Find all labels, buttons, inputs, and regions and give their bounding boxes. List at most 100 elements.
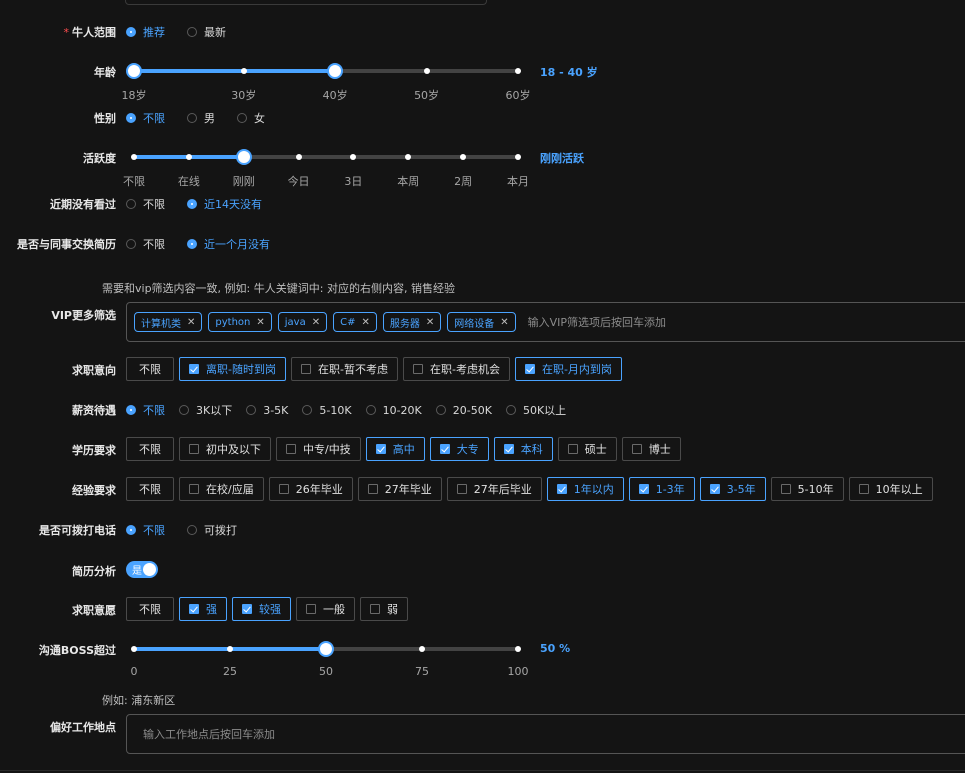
experience-option[interactable]: 10年以上 <box>848 477 933 501</box>
activity-slider-dot <box>131 154 137 160</box>
education-option[interactable]: 不限 <box>126 437 174 461</box>
checkbox-icon <box>567 444 578 454</box>
option-label: 26年毕业 <box>295 483 343 496</box>
close-icon[interactable]: ✕ <box>187 317 195 328</box>
age-slider-dot <box>240 68 247 74</box>
colleague-exchange-option[interactable]: 近一个月没有 <box>187 236 270 252</box>
age-slider-handle[interactable] <box>327 63 344 79</box>
radio-label: 20-50K <box>452 403 492 417</box>
checkbox-checked-icon <box>189 364 199 374</box>
range-option[interactable]: 最新 <box>187 24 226 40</box>
vip-tag-label: java <box>284 316 306 328</box>
experience-option[interactable]: 27年毕业 <box>357 477 442 501</box>
top-input-box[interactable] <box>125 0 487 5</box>
location-input[interactable] <box>141 726 745 742</box>
boss-comm-slider[interactable]: 0 25 50 75 100 <box>131 641 529 678</box>
gender-option[interactable]: 女 <box>237 110 265 126</box>
option-label: 在职-考虑机会 <box>429 363 500 376</box>
close-icon[interactable]: ✕ <box>312 317 320 328</box>
education-option[interactable]: 中专/中技 <box>276 437 361 461</box>
education-option[interactable]: 大专 <box>429 437 489 461</box>
job-intent-option[interactable]: 在职-月内到岗 <box>514 357 622 381</box>
experience-option[interactable]: 26年毕业 <box>268 477 353 501</box>
gender-option[interactable]: 不限 <box>126 110 165 126</box>
experience-option[interactable]: 在校/应届 <box>179 477 264 501</box>
gender-option[interactable]: 男 <box>187 110 215 126</box>
experience-option[interactable]: 3-5年 <box>699 477 766 501</box>
experience-label: 经验要求 <box>72 484 116 497</box>
salary-option[interactable]: 3K以下 <box>179 402 232 418</box>
age-slider-tick-label: 60岁 <box>505 89 531 102</box>
radio-icon <box>505 405 516 415</box>
education-option[interactable]: 高中 <box>365 437 425 461</box>
checkbox-icon <box>189 444 199 454</box>
age-slider-handle[interactable] <box>126 63 142 79</box>
education-option[interactable]: 博士 <box>621 437 681 461</box>
option-label: 在职-月内到岗 <box>541 363 612 376</box>
resume-analysis-switch[interactable]: 是 <box>126 561 158 578</box>
range-radio-group: 推荐 最新 <box>126 24 248 40</box>
job-willingness-option[interactable]: 一般 <box>296 597 355 621</box>
close-icon[interactable]: ✕ <box>361 317 369 328</box>
salary-option[interactable]: 20-50K <box>435 403 492 417</box>
job-intent-option[interactable]: 在职-暂不考虑 <box>290 357 398 381</box>
option-label: 不限 <box>139 363 161 376</box>
experience-option[interactable]: 不限 <box>126 477 174 501</box>
radio-label: 3-5K <box>263 403 289 417</box>
experience-option[interactable]: 5-10年 <box>770 477 844 501</box>
age-slider-dot <box>515 68 521 74</box>
phone-option[interactable]: 不限 <box>126 522 165 538</box>
colleague-exchange-option[interactable]: 不限 <box>126 236 165 252</box>
education-option[interactable]: 硕士 <box>557 437 617 461</box>
job-willingness-option[interactable]: 不限 <box>126 597 174 621</box>
salary-option[interactable]: 50K以上 <box>505 402 566 418</box>
job-intent-option[interactable]: 在职-考虑机会 <box>402 357 510 381</box>
salary-option[interactable]: 5-10K <box>302 404 352 417</box>
phone-option[interactable]: 可拨打 <box>187 522 237 538</box>
age-slider[interactable]: 18岁 30岁 40岁 50岁 60岁 <box>122 63 531 102</box>
activity-slider-tick-label: 刚刚 <box>232 175 255 188</box>
job-intent-option[interactable]: 离职-随时到岗 <box>179 357 286 381</box>
radio-label: 男 <box>204 112 215 125</box>
checkbox-checked-icon <box>638 484 649 494</box>
activity-slider[interactable]: 不限 在线 刚刚 今日 3日 本周 2周 本月 <box>123 149 529 188</box>
experience-option[interactable]: 27年后毕业 <box>446 477 542 501</box>
salary-option[interactable]: 不限 <box>126 402 165 418</box>
close-icon[interactable]: ✕ <box>500 317 508 328</box>
recent-viewed-option[interactable]: 不限 <box>126 196 165 212</box>
salary-option[interactable]: 10-20K <box>365 404 422 417</box>
vip-tag-input[interactable]: 计算机类 ✕ python ✕ java ✕ C# ✕ 服务器 ✕ 网络设备 ✕ 输入VIP筛选项后按回… <box>126 302 965 342</box>
job-intent-option[interactable]: 不限 <box>126 357 174 381</box>
activity-slider-dot <box>460 154 467 160</box>
vip-tag: 网络设备 ✕ <box>447 312 516 332</box>
job-willingness-option[interactable]: 较强 <box>232 597 291 621</box>
job-willingness-option[interactable]: 强 <box>179 597 227 621</box>
vip-tag-label: 服务器 <box>389 318 420 330</box>
boss-comm-label: 沟通BOSS超过 <box>38 644 116 657</box>
phone-radio-group: 不限 可拨打 <box>126 522 259 538</box>
education-option[interactable]: 初中及以下 <box>179 437 271 461</box>
option-label: 弱 <box>387 603 398 616</box>
location-input-box[interactable] <box>126 714 965 754</box>
range-option[interactable]: 推荐 <box>126 24 165 40</box>
close-icon[interactable]: ✕ <box>426 317 434 328</box>
recent-viewed-option[interactable]: 近14天没有 <box>187 196 262 212</box>
activity-slider-dot <box>350 154 357 160</box>
close-icon[interactable]: ✕ <box>256 317 264 328</box>
option-label: 大专 <box>456 443 479 456</box>
job-willingness-option[interactable]: 弱 <box>360 597 408 621</box>
option-label: 硕士 <box>584 443 607 456</box>
experience-option[interactable]: 1-3年 <box>628 477 695 501</box>
radio-label: 女 <box>254 112 265 125</box>
experience-option[interactable]: 1年以内 <box>546 477 624 501</box>
education-option[interactable]: 本科 <box>493 437 553 461</box>
job-willingness-options: 不限 强 较强 一般 弱 <box>126 597 413 621</box>
experience-options: 不限 在校/应届 26年毕业 27年毕业 27年后毕业 1年以内 1-3年 3-5年 5-10年… <box>126 477 938 501</box>
activity-slider-handle[interactable] <box>235 149 252 165</box>
radio-label: 不限 <box>143 238 165 251</box>
salary-option[interactable]: 3-5K <box>246 404 288 417</box>
vip-tag: java ✕ <box>277 312 328 332</box>
checkbox-icon <box>412 364 423 374</box>
radio-icon <box>365 405 376 415</box>
boss-comm-slider-handle[interactable] <box>318 641 334 657</box>
